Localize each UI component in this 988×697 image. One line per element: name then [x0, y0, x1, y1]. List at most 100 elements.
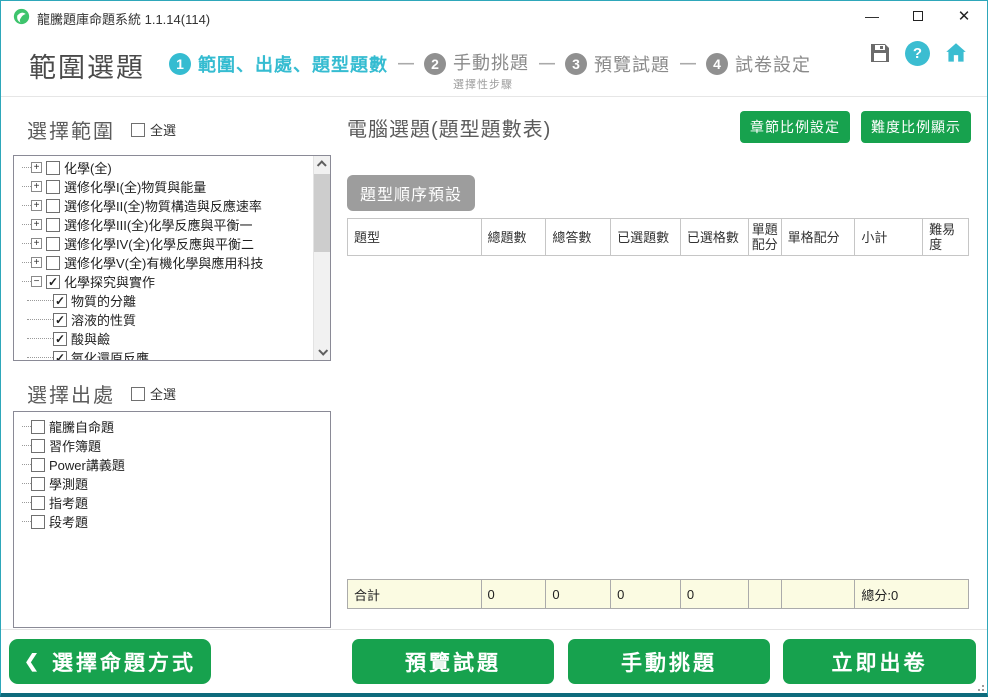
tree-checkbox[interactable]: ✓: [53, 351, 67, 362]
app-window: 龍騰題庫命題系統 1.1.14(114) — ✕ 範圍選題 1 範圍、出處、題型…: [0, 0, 988, 697]
preview-questions-button[interactable]: 預覽試題: [352, 639, 554, 684]
maximize-button[interactable]: [895, 1, 941, 31]
manual-pick-button[interactable]: 手動挑題: [568, 639, 770, 684]
source-label[interactable]: 習作簿題: [49, 436, 101, 455]
tree-row: + 選修化學IV(全)化學反應與平衡二: [14, 234, 313, 253]
expand-icon[interactable]: +: [31, 257, 42, 268]
tree-label[interactable]: 化學探究與實作: [64, 272, 155, 291]
step-separator: —: [539, 55, 555, 73]
tree-label[interactable]: 化學(全): [64, 158, 112, 177]
source-select-all[interactable]: 全選: [131, 384, 176, 403]
tree-label[interactable]: 氧化還原反應: [71, 348, 149, 361]
range-select-all-checkbox[interactable]: [131, 123, 145, 137]
source-checkbox[interactable]: [31, 477, 45, 491]
close-button[interactable]: ✕: [941, 1, 987, 31]
scroll-down-icon[interactable]: [314, 343, 331, 360]
col-points-per-question: 單題配分: [749, 219, 782, 255]
step-3-preview[interactable]: 3 預覽試題: [565, 51, 670, 77]
expand-icon[interactable]: +: [31, 238, 42, 249]
collapse-icon[interactable]: −: [31, 276, 42, 287]
left-panel: 選擇範圍 全選 +化學(全) +選修化學I(全)物質與能量 +選修化學II(全)…: [13, 97, 331, 626]
source-label[interactable]: 指考題: [49, 493, 88, 512]
footer-empty-cell: [749, 580, 782, 608]
tree-checkbox[interactable]: [46, 161, 60, 175]
tree-checkbox[interactable]: [46, 256, 60, 270]
tree-label[interactable]: 選修化學V(全)有機化學與應用科技: [64, 253, 263, 272]
resize-grip[interactable]: [975, 682, 984, 691]
tree-checkbox[interactable]: ✓: [46, 275, 60, 289]
chapter-ratio-button[interactable]: 章節比例設定: [740, 111, 850, 143]
range-tree-scrollbar[interactable]: [313, 156, 330, 360]
tree-row: ✓ 物質的分離: [14, 291, 313, 310]
tree-checkbox[interactable]: [46, 199, 60, 213]
app-logo-icon: [13, 8, 30, 25]
tree-label[interactable]: 選修化學IV(全)化學反應與平衡二: [64, 234, 254, 253]
tree-label[interactable]: 選修化學III(全)化學反應與平衡一: [64, 215, 253, 234]
source-checkbox[interactable]: [31, 496, 45, 510]
source-select-all-label: 全選: [150, 384, 176, 403]
difficulty-ratio-button[interactable]: 難度比例顯示: [861, 111, 971, 143]
tree-checkbox[interactable]: ✓: [53, 332, 67, 346]
expand-icon[interactable]: +: [31, 162, 42, 173]
source-label[interactable]: 段考題: [49, 512, 88, 531]
step-1-range[interactable]: 1 範圍、出處、題型題數: [169, 51, 388, 77]
question-order-button[interactable]: 題型順序預設: [347, 175, 475, 211]
footer-total-label: 合計: [348, 580, 482, 608]
window-title: 龍騰題庫命題系統 1.1.14(114): [37, 9, 210, 28]
back-to-mode-button[interactable]: ❮ 選擇命題方式: [9, 639, 211, 684]
source-checkbox[interactable]: [31, 420, 45, 434]
step-3-circle: 3: [565, 53, 587, 75]
expand-icon[interactable]: +: [31, 200, 42, 211]
tree-row: + 選修化學I(全)物質與能量: [14, 177, 313, 196]
list-item: 段考題: [14, 512, 330, 531]
expand-icon[interactable]: +: [31, 219, 42, 230]
tree-checkbox[interactable]: [46, 218, 60, 232]
save-button[interactable]: [868, 41, 892, 65]
col-difficulty: 難易度: [923, 219, 968, 255]
step-2-circle: 2: [424, 53, 446, 75]
tree-checkbox[interactable]: ✓: [53, 313, 67, 327]
step-2-manual-pick[interactable]: 2 手動挑題 選擇性步驟: [424, 42, 529, 85]
source-list-box: 龍騰自命題 習作簿題 Power講義題 學測題 指考題 段考題: [13, 411, 331, 628]
generate-paper-button[interactable]: 立即出卷: [783, 639, 976, 684]
source-checkbox[interactable]: [31, 458, 45, 472]
tree-row: −✓ 化學探究與實作: [14, 272, 313, 291]
scrollbar-thumb[interactable]: [314, 174, 331, 252]
tree-checkbox[interactable]: ✓: [53, 294, 67, 308]
source-label[interactable]: 龍騰自命題: [49, 417, 114, 436]
col-points-per-blank: 單格配分: [782, 219, 856, 255]
source-checkbox[interactable]: [31, 439, 45, 453]
tree-checkbox[interactable]: [46, 237, 60, 251]
step-4-paper-settings[interactable]: 4 試卷設定: [706, 51, 811, 77]
step-separator: —: [398, 55, 414, 73]
col-subtotal: 小計: [855, 219, 923, 255]
source-checkbox[interactable]: [31, 515, 45, 529]
range-tree-box: + 化學(全) + 選修化學I(全)物質與能量 + 選修化學II(全)物質構造與反應速…: [13, 155, 331, 361]
step-2-label: 手動挑題: [453, 49, 529, 75]
tree-label[interactable]: 物質的分離: [71, 291, 136, 310]
stepper: 1 範圍、出處、題型題數 — 2 手動挑題 選擇性步驟 — 3 預覽試題 — 4…: [169, 31, 811, 96]
tree-checkbox[interactable]: [46, 180, 60, 194]
tree-label[interactable]: 酸與鹼: [71, 329, 110, 348]
help-button[interactable]: ?: [905, 41, 930, 66]
col-total-questions: 總題數: [482, 219, 547, 255]
range-select-all[interactable]: 全選: [131, 120, 176, 139]
question-table-header: 題型 總題數 總答數 已選題數 已選格數 單題配分 單格配分 小計 難易度: [347, 218, 969, 256]
step-2-sublabel: 選擇性步驟: [453, 76, 529, 92]
source-select-all-checkbox[interactable]: [131, 387, 145, 401]
tree-label[interactable]: 溶液的性質: [71, 310, 136, 329]
source-label[interactable]: 學測題: [49, 474, 88, 493]
expand-icon[interactable]: +: [31, 181, 42, 192]
step-1-circle: 1: [169, 53, 191, 75]
chevron-left-icon: ❮: [24, 651, 42, 672]
tree-label[interactable]: 選修化學I(全)物質與能量: [64, 177, 206, 196]
source-label[interactable]: Power講義題: [49, 455, 125, 474]
tree-row: ✓ 溶液的性質: [14, 310, 313, 329]
home-button[interactable]: [943, 40, 969, 66]
tree-label[interactable]: 選修化學II(全)物質構造與反應速率: [64, 196, 262, 215]
scroll-up-icon[interactable]: [314, 156, 331, 173]
col-total-answers: 總答數: [546, 219, 611, 255]
minimize-button[interactable]: —: [849, 1, 895, 31]
list-item: 學測題: [14, 474, 330, 493]
col-selected-blanks: 已選格數: [681, 219, 749, 255]
